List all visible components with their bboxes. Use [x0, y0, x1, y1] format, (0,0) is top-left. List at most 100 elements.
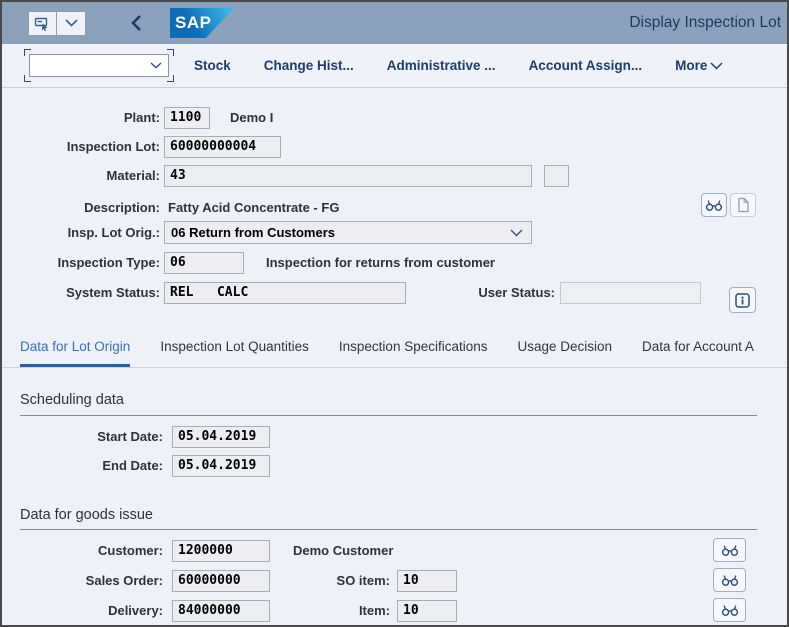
status-row: System Status: REL CALC User Status:	[2, 281, 762, 304]
binoculars-icon	[705, 198, 723, 212]
chevron-down-icon	[150, 62, 162, 69]
info-icon	[734, 292, 751, 309]
so-item-label: SO item:	[280, 573, 390, 588]
menu-item-account-assignment[interactable]: Account Assign...	[529, 58, 643, 73]
start-date-field[interactable]: 05.04.2019	[172, 426, 270, 448]
focus-corner	[167, 75, 174, 82]
binoculars-icon	[721, 573, 739, 587]
binoculars-icon	[721, 543, 739, 557]
tab-data-for-account-assignment[interactable]: Data for Account A	[642, 339, 754, 367]
insp-lot-orig-label: Insp. Lot Orig.:	[2, 225, 160, 240]
tab-inspection-specifications[interactable]: Inspection Specifications	[339, 339, 488, 367]
inspection-lot-field[interactable]: 60000000004	[164, 136, 281, 158]
description-actions	[701, 193, 756, 217]
description-label: Description:	[2, 200, 160, 215]
command-field-focus	[24, 49, 174, 82]
delivery-label: Delivery:	[2, 603, 163, 618]
user-status-label: User Status:	[392, 285, 555, 300]
services-dropdown-button[interactable]	[57, 11, 86, 36]
status-info-button[interactable]	[729, 287, 756, 313]
chevron-down-icon	[510, 229, 523, 237]
so-item-field[interactable]: 10	[397, 570, 457, 592]
sap-logo-text: SAP	[170, 13, 211, 33]
insp-lot-orig-dropdown[interactable]: 06 Return from Customers	[164, 221, 532, 244]
description-value: Fatty Acid Concentrate - FG	[168, 200, 339, 215]
menu-item-administrative[interactable]: Administrative ...	[387, 58, 496, 73]
command-combobox[interactable]	[29, 54, 169, 77]
chevron-left-icon	[130, 14, 142, 32]
tab-data-for-lot-origin[interactable]: Data for Lot Origin	[20, 339, 130, 367]
material-extra-field[interactable]	[544, 165, 569, 187]
header-bar: SAP Display Inspection Lot	[2, 2, 787, 44]
sales-order-row: Sales Order: 60000000 SO item: 10	[2, 569, 762, 592]
start-date-label: Start Date:	[2, 429, 163, 444]
plant-row: Plant: 1100 Demo I	[2, 106, 762, 129]
tab-inspection-lot-quantities[interactable]: Inspection Lot Quantities	[160, 339, 309, 367]
sap-logo: SAP	[170, 8, 234, 38]
scheduling-section-divider	[20, 415, 757, 416]
inspection-lot-label: Inspection Lot:	[2, 139, 160, 154]
insp-lot-orig-row: Insp. Lot Orig.: 06 Return from Customer…	[2, 221, 762, 244]
menu-item-more[interactable]: More	[675, 58, 723, 73]
application-toolbar: Stock Change Hist... Administrative ... …	[2, 44, 787, 88]
customer-description: Demo Customer	[293, 543, 393, 558]
system-status-label: System Status:	[2, 285, 160, 300]
delivery-row: Delivery: 84000000 Item: 10	[2, 599, 762, 622]
sales-order-label: Sales Order:	[2, 573, 163, 588]
insp-lot-orig-value: 06 Return from Customers	[171, 225, 335, 240]
display-material-button[interactable]	[701, 193, 727, 217]
customer-label: Customer:	[2, 543, 163, 558]
inspection-type-row: Inspection Type: 06 Inspection for retur…	[2, 251, 762, 274]
page-title: Display Inspection Lot	[629, 14, 787, 32]
plant-description: Demo I	[230, 110, 273, 125]
app-window: SAP Display Inspection Lot Stock Change …	[0, 0, 789, 627]
system-status-field[interactable]: REL CALC	[164, 282, 406, 304]
material-field[interactable]: 43	[164, 165, 532, 187]
user-status-field[interactable]	[560, 282, 701, 304]
sales-order-display-button[interactable]	[713, 568, 746, 592]
focus-corner	[167, 49, 174, 56]
focus-corner	[24, 49, 31, 56]
back-button[interactable]	[130, 14, 142, 32]
inspection-type-label: Inspection Type:	[2, 255, 160, 270]
tab-strip: Data for Lot Origin Inspection Lot Quant…	[2, 329, 787, 368]
document-icon	[735, 197, 751, 213]
plant-field[interactable]: 1100	[164, 107, 210, 129]
customer-display-button[interactable]	[713, 538, 746, 562]
end-date-row: End Date: 05.04.2019	[2, 454, 762, 477]
tab-usage-decision[interactable]: Usage Decision	[518, 339, 613, 367]
delivery-field[interactable]: 84000000	[172, 600, 270, 622]
services-for-object-button[interactable]	[28, 11, 57, 36]
scheduling-section-heading: Scheduling data	[20, 392, 124, 408]
menu-item-stock[interactable]: Stock	[194, 58, 231, 73]
toolbar-menu: Stock Change Hist... Administrative ... …	[194, 58, 723, 73]
material-document-button[interactable]	[730, 193, 756, 217]
inspection-type-field[interactable]: 06	[164, 252, 244, 274]
sales-order-field[interactable]: 60000000	[172, 570, 270, 592]
focus-corner	[24, 75, 31, 82]
end-date-label: End Date:	[2, 458, 163, 473]
screen-cursor-icon	[34, 15, 51, 32]
inspection-type-description: Inspection for returns from customer	[266, 255, 495, 270]
goods-issue-section-divider	[20, 529, 757, 530]
delivery-display-button[interactable]	[713, 598, 746, 622]
item-label: Item:	[280, 603, 390, 618]
menu-item-change-history[interactable]: Change Hist...	[264, 58, 354, 73]
gui-services-group	[28, 11, 86, 36]
start-date-row: Start Date: 05.04.2019	[2, 425, 762, 448]
customer-field[interactable]: 1200000	[172, 540, 270, 562]
binoculars-icon	[721, 603, 739, 617]
inspection-lot-row: Inspection Lot: 60000000004	[2, 135, 762, 158]
customer-row: Customer: 1200000 Demo Customer	[2, 539, 762, 562]
item-field[interactable]: 10	[397, 600, 457, 622]
plant-label: Plant:	[2, 110, 160, 125]
material-label: Material:	[2, 168, 160, 183]
main-content: Plant: 1100 Demo I Inspection Lot: 60000…	[2, 89, 787, 625]
chevron-down-icon	[65, 19, 78, 27]
material-row: Material: 43	[2, 164, 762, 187]
chevron-down-icon	[710, 62, 723, 70]
goods-issue-section-heading: Data for goods issue	[20, 507, 153, 523]
end-date-field[interactable]: 05.04.2019	[172, 455, 270, 477]
more-label: More	[675, 58, 707, 73]
description-row: Description: Fatty Acid Concentrate - FG	[2, 196, 762, 219]
